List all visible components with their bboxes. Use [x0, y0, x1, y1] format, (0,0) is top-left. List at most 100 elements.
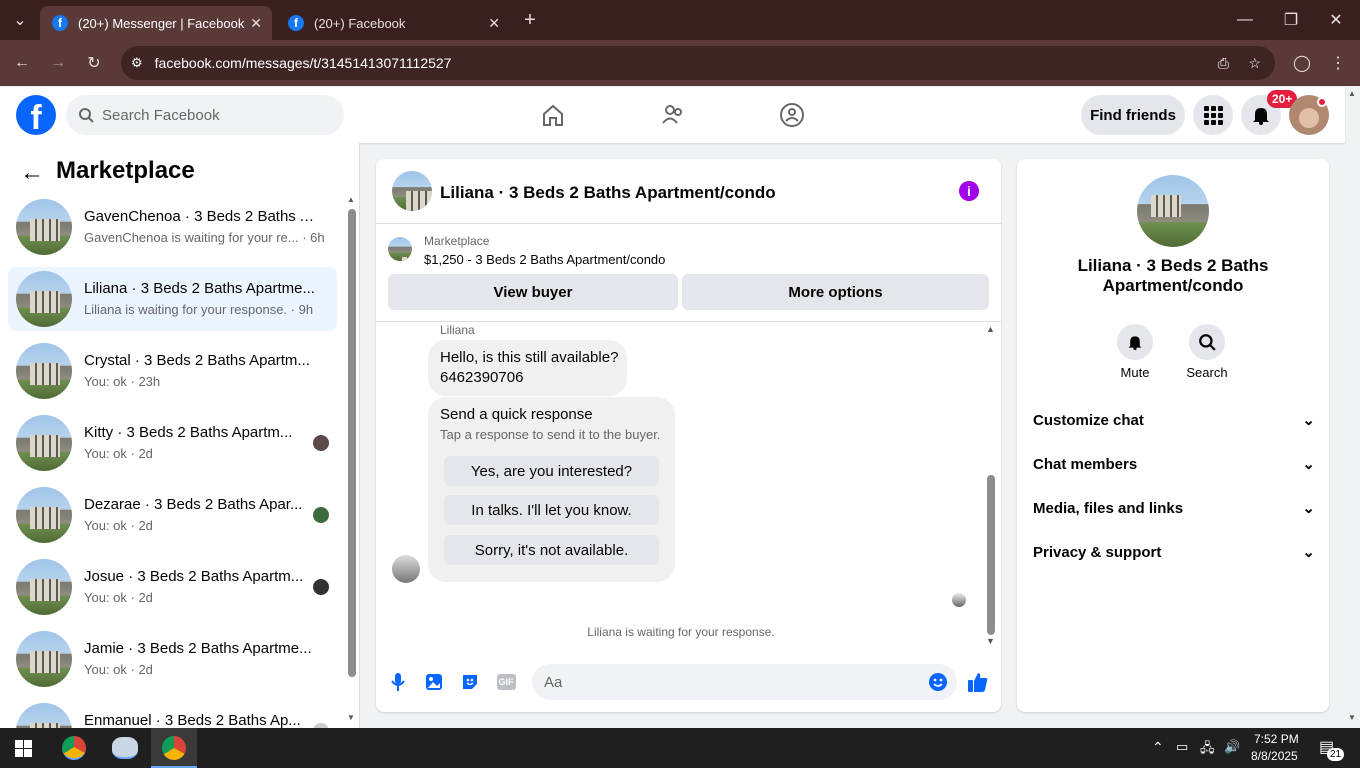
conversation-item[interactable]: Crystal · 3 Beds 2 Baths Apartm... You: … [8, 339, 337, 403]
network-icon[interactable]: 🖧 [1200, 739, 1215, 761]
listing-price[interactable]: $1,250 - 3 Beds 2 Baths Apartment/condo [424, 252, 665, 267]
close-window-icon[interactable]: ✕ [1322, 6, 1350, 34]
conversation-name: Dezarae · 3 Beds 2 Baths Apar... [84, 496, 303, 513]
groups-icon[interactable] [776, 99, 808, 131]
gif-icon[interactable]: GIF [495, 671, 517, 693]
emoji-icon[interactable] [927, 671, 949, 693]
back-arrow-icon[interactable]: ← [20, 159, 44, 187]
profile-icon[interactable]: ◯ [1288, 49, 1316, 77]
privacy-support-section[interactable]: Privacy & support ⌄ [1033, 543, 1315, 562]
conversation-item[interactable]: GavenChenoa · 3 Beds 2 Baths A... GavenC… [8, 195, 337, 259]
close-tab-icon[interactable]: ✕ [250, 15, 262, 32]
page-scrollbar-down[interactable]: ▼ [1348, 713, 1356, 722]
back-icon[interactable]: ← [8, 49, 36, 77]
facebook-logo-icon[interactable]: f [16, 95, 56, 135]
tab-messenger[interactable]: f (20+) Messenger | Facebook ✕ [40, 6, 272, 40]
forward-icon[interactable]: → [44, 49, 72, 77]
maximize-icon[interactable]: ❐ [1277, 6, 1305, 34]
site-settings-icon[interactable]: ⚙ [131, 55, 143, 71]
url-input[interactable]: ⚙ facebook.com/messages/t/31451413071112… [121, 46, 1275, 80]
chat-members-section[interactable]: Chat members ⌄ [1033, 455, 1315, 474]
read-receipt-avatar [952, 593, 966, 607]
conversation-name: GavenChenoa · 3 Beds 2 Baths A... [84, 208, 319, 225]
tab-facebook[interactable]: f (20+) Facebook ✕ [276, 6, 510, 40]
sticker-icon[interactable] [459, 671, 481, 693]
conversation-item[interactable]: Jamie · 3 Beds 2 Baths Apartme... You: o… [8, 627, 337, 691]
message-text: Hello, is this still available? [440, 349, 619, 366]
minimize-icon[interactable]: — [1231, 6, 1259, 34]
chevron-down-icon: ⌄ [1302, 500, 1315, 517]
search-input[interactable]: Search Facebook [66, 95, 344, 135]
find-friends-button[interactable]: Find friends [1081, 95, 1185, 135]
customize-chat-section[interactable]: Customize chat ⌄ [1033, 411, 1315, 430]
home-icon[interactable] [537, 99, 569, 131]
sender-name: Liliana [440, 323, 475, 337]
sidebar-scrollbar-down[interactable]: ▼ [347, 713, 355, 722]
message-bubble[interactable]: Hello, is this still available? 64623907… [428, 340, 627, 396]
message-input[interactable]: Aa [532, 664, 957, 700]
chat-scrollbar-thumb[interactable] [987, 475, 995, 635]
close-tab-icon[interactable]: ✕ [488, 15, 500, 32]
conversation-item[interactable]: Josue · 3 Beds 2 Baths Apartm... You: ok… [8, 555, 337, 619]
chrome-taskbar-icon[interactable] [62, 736, 86, 760]
chat-scrollbar-down[interactable]: ▼ [986, 636, 995, 646]
meet-icon[interactable]: ▭ [1176, 739, 1188, 755]
tab-search-icon[interactable]: ⌄ [6, 6, 34, 34]
photo-icon[interactable] [423, 671, 445, 693]
quick-reply-not-available[interactable]: Sorry, it's not available. [444, 535, 659, 565]
media-files-links-section[interactable]: Media, files and links ⌄ [1033, 499, 1315, 518]
facebook-favicon-icon: f [52, 15, 68, 31]
like-thumb-icon[interactable] [967, 671, 989, 693]
conversation-preview: You: ok · 2d [84, 590, 153, 605]
clock-date[interactable]: 8/8/2025 [1251, 749, 1298, 763]
chevron-down-icon: ⌄ [1302, 412, 1315, 429]
section-label: Media, files and links [1033, 499, 1184, 517]
reload-icon[interactable]: ↻ [80, 49, 108, 77]
chrome-menu-icon[interactable]: ⋮ [1324, 49, 1352, 77]
notification-count: 21 [1327, 748, 1345, 761]
windows-start-icon[interactable] [15, 740, 32, 757]
windows-taskbar: ⌃ ▭ 🖧 🔊 7:52 PM 8/8/2025 ▤ 21 [0, 728, 1360, 768]
friends-icon[interactable] [657, 99, 689, 131]
conversation-item[interactable]: Enmanuel · 3 Beds 2 Baths Ap... [8, 699, 337, 728]
address-bar-row: ← → ↻ ⚙ facebook.com/messages/t/31451413… [0, 40, 1360, 86]
search-in-chat-button[interactable] [1189, 324, 1225, 360]
install-app-icon[interactable]: ⎙ [1218, 55, 1229, 72]
sidebar-scrollbar-up[interactable]: ▲ [347, 195, 355, 204]
info-icon[interactable]: i [959, 181, 979, 201]
tab-title: (20+) Facebook [314, 15, 406, 31]
chat-title[interactable]: Liliana · 3 Beds 2 Baths Apartment/condo [440, 183, 776, 203]
bookmark-star-icon[interactable]: ☆ [1248, 55, 1261, 72]
search-label: Search [1186, 365, 1228, 380]
facebook-favicon-icon: f [288, 15, 304, 31]
browser-tab-bar: ⌄ f (20+) Messenger | Facebook ✕ f (20+)… [0, 0, 1360, 40]
unread-dot [1317, 97, 1327, 107]
clock-time[interactable]: 7:52 PM [1254, 732, 1299, 746]
chat-scrollbar-up[interactable]: ▲ [986, 324, 995, 334]
view-buyer-button[interactable]: View buyer [388, 274, 678, 310]
mute-label: Mute [1120, 365, 1150, 380]
more-options-button[interactable]: More options [682, 274, 989, 310]
quick-reply-in-talks[interactable]: In talks. I'll let you know. [444, 495, 659, 525]
section-label: Customize chat [1033, 411, 1144, 429]
app-taskbar-icon[interactable] [112, 737, 138, 759]
conversation-item[interactable]: Kitty · 3 Beds 2 Baths Apartm... You: ok… [8, 411, 337, 475]
chrome-active-taskbar-icon[interactable] [151, 728, 197, 768]
page-scrollbar-up[interactable]: ▲ [1348, 89, 1356, 98]
new-tab-icon[interactable]: + [516, 6, 544, 34]
quick-reply-yes[interactable]: Yes, are you interested? [444, 456, 659, 486]
search-icon [79, 108, 94, 123]
conversation-preview: You: ok · 2d [84, 662, 153, 677]
tray-chevron-icon[interactable]: ⌃ [1152, 739, 1164, 756]
chevron-down-icon: ⌄ [1302, 544, 1315, 561]
conversation-preview: GavenChenoa is waiting for your re... · … [84, 230, 325, 245]
listing-thumbnail [16, 271, 72, 327]
conversation-item-selected[interactable]: Liliana · 3 Beds 2 Baths Apartme... Lili… [8, 267, 337, 331]
volume-icon[interactable]: 🔊 [1224, 739, 1240, 755]
sidebar-scrollbar-thumb[interactable] [348, 209, 356, 677]
listing-small-thumbnail [388, 237, 412, 261]
menu-grid-icon[interactable] [1193, 95, 1233, 135]
mute-button[interactable] [1117, 324, 1153, 360]
conversation-item[interactable]: Dezarae · 3 Beds 2 Baths Apar... You: ok… [8, 483, 337, 547]
microphone-icon[interactable] [387, 671, 409, 693]
